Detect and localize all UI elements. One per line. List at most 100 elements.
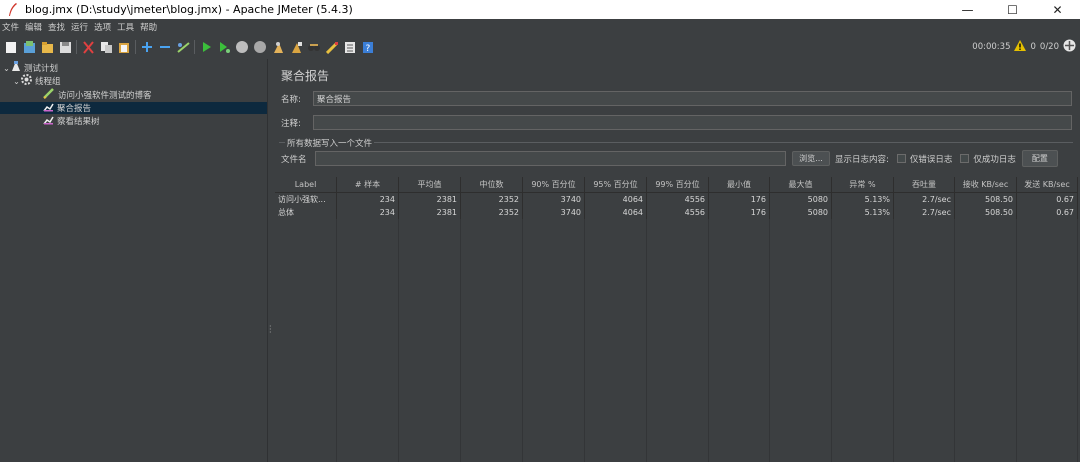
menu-edit[interactable]: 编辑 <box>25 21 42 33</box>
new-icon[interactable] <box>4 40 18 54</box>
menu-bar: 文件 编辑 查找 运行 选项 工具 帮助 <box>0 19 1080 35</box>
table-header: Label # 样本 平均值 中位数 90% 百分位 95% 百分位 99% 百… <box>275 177 1078 193</box>
column-header[interactable]: 吞吐量 <box>894 177 955 192</box>
pen-icon <box>43 88 55 102</box>
templates-icon[interactable] <box>22 40 36 54</box>
start-no-pause-icon[interactable] <box>217 40 231 54</box>
table-cell: 176 <box>709 193 770 206</box>
save-icon[interactable] <box>58 40 72 54</box>
jmeter-feather-icon <box>5 3 21 17</box>
stop-icon[interactable] <box>235 40 249 54</box>
clear-all-icon[interactable] <box>289 40 303 54</box>
reset-search-icon[interactable] <box>325 40 339 54</box>
table-cell: 4064 <box>585 193 647 206</box>
table-cell: 2352 <box>461 206 523 219</box>
configure-button[interactable]: 配置 <box>1021 150 1058 167</box>
start-icon[interactable] <box>199 40 213 54</box>
toolbar-separator <box>194 40 195 54</box>
tree-item-view-results-tree[interactable]: 察看结果树 <box>0 115 267 127</box>
function-helper-icon[interactable] <box>343 40 357 54</box>
column-header[interactable]: 95% 百分位 <box>585 177 647 192</box>
column-header[interactable]: 发送 KB/sec <box>1017 177 1078 192</box>
column-header[interactable]: # 样本 <box>337 177 399 192</box>
column-header[interactable]: 最大值 <box>770 177 832 192</box>
open-icon[interactable] <box>40 40 54 54</box>
test-plan-icon <box>11 61 21 75</box>
toolbar-separator <box>135 40 136 54</box>
table-cell: 5080 <box>770 206 832 219</box>
chevron-down-icon[interactable]: ⌄ <box>12 77 21 86</box>
column-header[interactable]: 平均值 <box>399 177 461 192</box>
results-table: Label # 样本 平均值 中位数 90% 百分位 95% 百分位 99% 百… <box>275 177 1078 462</box>
table-cell: 5.13% <box>832 206 894 219</box>
table-row[interactable]: 访问小强软... 234 2381 2352 3740 4064 4556 17… <box>275 193 1078 206</box>
shutdown-icon[interactable] <box>253 40 267 54</box>
collapse-icon[interactable] <box>158 40 172 54</box>
remote-start-icon[interactable] <box>1063 39 1076 55</box>
window-title: blog.jmx (D:\study\jmeter\blog.jmx) - Ap… <box>25 3 353 16</box>
copy-icon[interactable] <box>99 40 113 54</box>
column-header[interactable]: 99% 百分位 <box>647 177 709 192</box>
table-cell: 2.7/sec <box>894 193 955 206</box>
column-gridlines <box>275 193 1078 462</box>
filename-input[interactable] <box>315 151 786 166</box>
menu-options[interactable]: 选项 <box>94 21 111 33</box>
column-header[interactable]: Label <box>275 177 337 192</box>
success-only-checkbox[interactable] <box>960 154 970 163</box>
column-header[interactable]: 中位数 <box>461 177 523 192</box>
paste-icon[interactable] <box>117 40 131 54</box>
tree-item-test-plan[interactable]: ⌄ 测试计划 <box>0 61 267 75</box>
table-cell: 4556 <box>647 206 709 219</box>
warning-icon[interactable] <box>1014 40 1027 54</box>
toggle-icon[interactable] <box>176 40 190 54</box>
column-header[interactable]: 接收 KB/sec <box>955 177 1017 192</box>
column-header[interactable]: 最小值 <box>709 177 770 192</box>
search-icon[interactable] <box>307 40 321 54</box>
success-only-option[interactable]: 仅成功日志 <box>960 153 1016 165</box>
maximize-button[interactable]: ☐ <box>990 0 1035 19</box>
gear-icon <box>21 74 32 88</box>
table-cell: 0.67 <box>1017 193 1078 206</box>
drag-handle-icon[interactable]: · · · <box>269 323 272 337</box>
status-area: 00:00:35 0 0/20 <box>972 39 1076 55</box>
active-threads: 0/20 <box>1039 42 1059 52</box>
chevron-down-icon[interactable]: ⌄ <box>2 64 11 73</box>
name-input[interactable]: 聚合报告 <box>313 91 1072 106</box>
expand-icon[interactable] <box>140 40 154 54</box>
errors-only-option[interactable]: 仅错误日志 <box>896 153 952 165</box>
tree-item-aggregate-report[interactable]: 聚合报告 <box>0 102 267 114</box>
toolbar-separator <box>76 40 77 54</box>
table-cell: 总体 <box>275 206 337 219</box>
close-button[interactable]: ✕ <box>1035 0 1080 19</box>
table-cell: 508.50 <box>955 206 1017 219</box>
comment-input[interactable] <box>313 115 1072 130</box>
table-cell: 5.13% <box>832 193 894 206</box>
column-header[interactable]: 90% 百分位 <box>523 177 585 192</box>
toolbar: ? <box>0 36 1080 58</box>
cut-icon[interactable] <box>81 40 95 54</box>
menu-search[interactable]: 查找 <box>48 21 65 33</box>
chart-icon <box>43 102 54 115</box>
table-cell: 4064 <box>585 206 647 219</box>
table-cell: 0.67 <box>1017 206 1078 219</box>
browse-button[interactable]: 浏览... <box>792 151 830 166</box>
table-cell: 508.50 <box>955 193 1017 206</box>
table-cell: 176 <box>709 206 770 219</box>
help-icon[interactable]: ? <box>361 40 375 54</box>
errors-only-checkbox[interactable] <box>896 154 906 163</box>
table-cell: 5080 <box>770 193 832 206</box>
menu-run[interactable]: 运行 <box>71 21 88 33</box>
table-row[interactable]: 总体 234 2381 2352 3740 4064 4556 176 5080… <box>275 206 1078 219</box>
table-cell: 234 <box>337 206 399 219</box>
filename-row: 文件名 浏览... 显示日志内容: 仅错误日志 仅成功日志 配置 <box>281 150 1058 167</box>
group-title: 所有数据写入一个文件 <box>285 137 375 149</box>
column-header[interactable]: 异常 % <box>832 177 894 192</box>
menu-file[interactable]: 文件 <box>2 21 19 33</box>
menu-help[interactable]: 帮助 <box>140 21 157 33</box>
clear-icon[interactable] <box>271 40 285 54</box>
tree-item-thread-group[interactable]: ⌄ 线程组 <box>0 74 267 88</box>
minimize-button[interactable]: — <box>945 0 990 19</box>
svg-text:?: ? <box>366 44 371 54</box>
menu-tools[interactable]: 工具 <box>117 21 134 33</box>
tree-item-http-sampler[interactable]: 访问小强软件测试的博客 <box>0 88 267 102</box>
